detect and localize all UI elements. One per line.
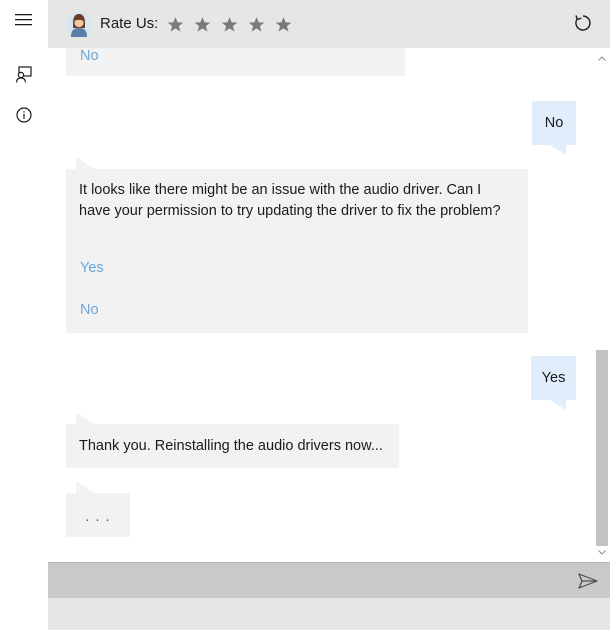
- info-icon: [16, 107, 32, 123]
- bubble-tail: [550, 400, 566, 410]
- agent-avatar-icon: [66, 11, 92, 37]
- hamburger-menu-button[interactable]: [0, 0, 48, 40]
- chat-nav-button[interactable]: [0, 55, 48, 95]
- scroll-up-arrow-icon[interactable]: [594, 50, 610, 66]
- rating-stars: [162, 10, 297, 38]
- send-button[interactable]: [576, 569, 600, 593]
- typing-indicator-dots: . . .: [85, 509, 111, 525]
- left-rail: [0, 0, 48, 630]
- star-1-button[interactable]: [162, 10, 189, 38]
- star-2-button[interactable]: [189, 10, 216, 38]
- chat-scrollbar[interactable]: [594, 48, 610, 562]
- rate-us-label: Rate Us:: [100, 15, 159, 32]
- refresh-button[interactable]: [570, 10, 596, 36]
- user-message-bubble: No: [532, 101, 576, 155]
- refresh-icon: [575, 15, 591, 31]
- chat-transcript: No No It looks like there might be an is…: [48, 48, 594, 562]
- bubble-tail: [76, 412, 94, 424]
- star-icon: [275, 16, 292, 32]
- bubble-tail: [76, 481, 94, 493]
- star-icon: [248, 16, 265, 32]
- bot-message-text: It looks like there might be an issue wi…: [79, 182, 501, 219]
- hamburger-menu-icon: [15, 14, 32, 26]
- bot-message-text: Thank you. Reinstalling the audio driver…: [79, 438, 383, 454]
- option-no-link[interactable]: No: [80, 300, 99, 321]
- bot-message-bubble: Thank you. Reinstalling the audio driver…: [66, 412, 399, 468]
- star-5-button[interactable]: [270, 10, 297, 38]
- bubble-tail: [550, 145, 566, 155]
- footer-bar: [48, 598, 610, 630]
- option-no-link[interactable]: No: [80, 48, 99, 67]
- option-yes-link[interactable]: Yes: [80, 258, 104, 279]
- star-icon: [194, 16, 211, 32]
- message-input[interactable]: [48, 563, 568, 598]
- bot-message-bubble: It looks like there might be an issue wi…: [66, 157, 528, 333]
- scrollbar-thumb[interactable]: [596, 350, 608, 546]
- typing-indicator-bubble: . . .: [66, 481, 130, 537]
- user-message-bubble: Yes: [531, 356, 576, 410]
- star-icon: [221, 16, 238, 32]
- info-button[interactable]: [0, 95, 48, 135]
- star-3-button[interactable]: [216, 10, 243, 38]
- star-4-button[interactable]: [243, 10, 270, 38]
- bot-message-bubble: No: [66, 48, 405, 76]
- user-message-text: No: [544, 115, 564, 131]
- scroll-down-arrow-icon[interactable]: [594, 544, 610, 560]
- send-icon: [578, 573, 598, 589]
- chat-person-icon: [15, 66, 32, 83]
- user-message-text: Yes: [541, 370, 566, 386]
- message-input-bar: [48, 562, 610, 598]
- bubble-tail: [76, 157, 94, 169]
- header-bar: Rate Us:: [48, 0, 610, 48]
- star-icon: [167, 16, 184, 32]
